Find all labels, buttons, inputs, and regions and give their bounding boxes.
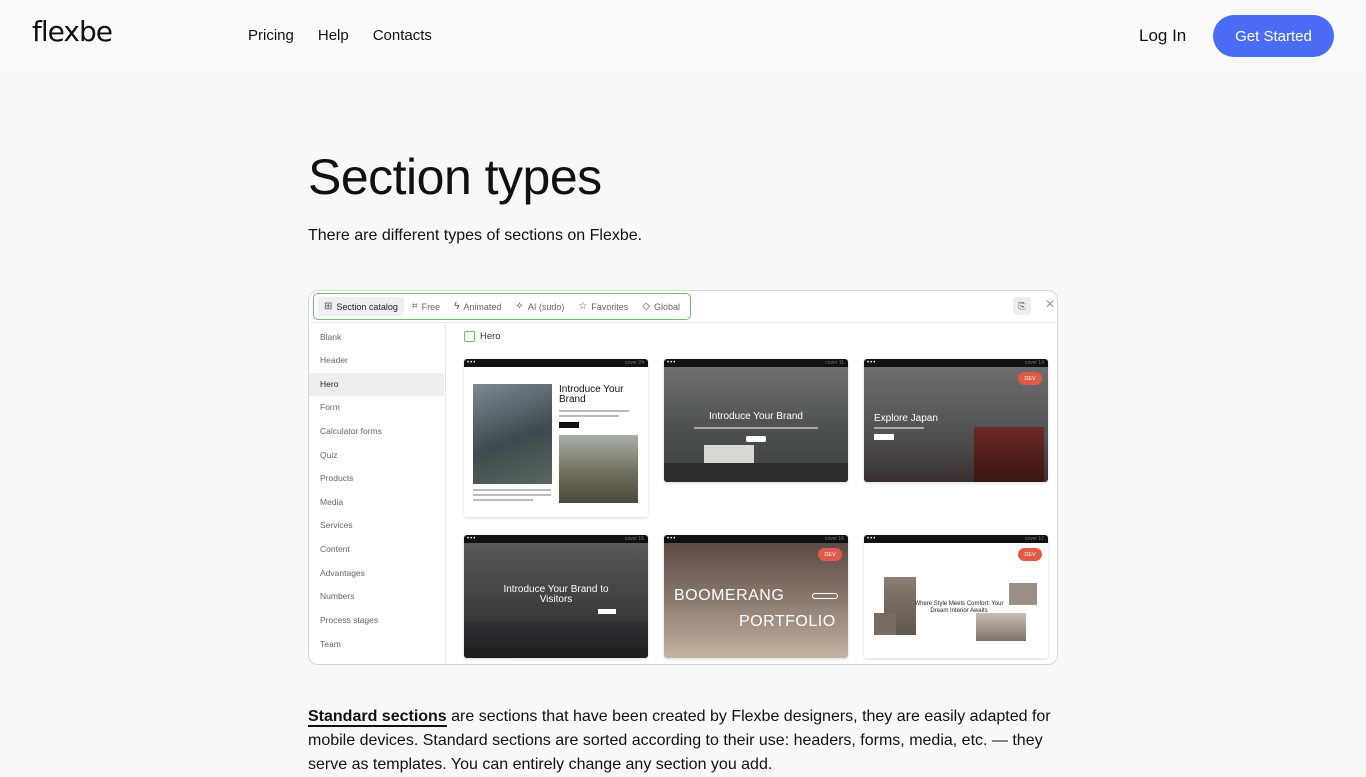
sidebar-item-quiz[interactable]: Quiz <box>309 444 444 467</box>
sidebar-item-content[interactable]: Content <box>309 538 444 561</box>
standard-sections-paragraph: Standard sections are sections that have… <box>308 708 1051 773</box>
tab-favorites[interactable]: ☆ Favorites <box>572 297 634 316</box>
dev-badge: DEV <box>1018 372 1042 385</box>
sidebar-item-products[interactable]: Products <box>309 467 444 490</box>
login-link[interactable]: Log In <box>1139 26 1186 46</box>
tab-free[interactable]: ⌗ Free <box>406 297 446 316</box>
clipboard-icon[interactable]: ⎘ <box>1013 297 1031 315</box>
dev-badge: DEV <box>1018 548 1042 561</box>
section-card-cover-11[interactable]: ••• cover 11 Introduce Your Brand <box>664 359 848 482</box>
sidebar-item-blank[interactable]: Blank <box>309 326 444 349</box>
sparkle-icon: ✧ <box>515 301 524 312</box>
star-icon: ☆ <box>578 301 588 312</box>
sidebar-item-form[interactable]: Form <box>309 396 444 419</box>
catalog-toolbar: ⊞ Section catalog ⌗ Free ϟ Animated ✧ AI (su… <box>309 291 1057 323</box>
grid-icon: ⊞ <box>324 301 333 312</box>
card-headline: Explore Japan <box>874 413 938 424</box>
dev-badge: DEV <box>818 548 842 561</box>
catalog-tabs: ⊞ Section catalog ⌗ Free ϟ Animated ✧ AI (su… <box>313 293 692 320</box>
diamond-icon: ◇ <box>642 301 651 312</box>
section-catalog-screenshot: ⊞ Section catalog ⌗ Free ϟ Animated ✧ AI (su… <box>308 290 1058 665</box>
sidebar-item-numbers[interactable]: Numbers <box>309 585 444 608</box>
section-card-cover-17[interactable]: ••• cover 17 DEV Where Style Meets Comfor… <box>864 535 1048 658</box>
card-headline: Introduce Your Brand <box>559 384 624 405</box>
cliff-photo <box>473 384 552 484</box>
sidebar-item-calculator-forms[interactable]: Calculator forms <box>309 420 444 443</box>
card-headline: Introduce Your Brand to Visitors <box>503 584 609 605</box>
page-lede: There are different types of sections on… <box>308 227 643 244</box>
sidebar-item-services[interactable]: Services <box>309 514 444 537</box>
section-card-cover-14[interactable]: ••• cover 14 DEV Explore Japan <box>864 359 1048 482</box>
sidebar-item-media[interactable]: Media <box>309 491 444 514</box>
tab-ai[interactable]: ✧ AI (sudo) <box>509 297 570 316</box>
card-headline-2: PORTFOLIO <box>739 613 836 630</box>
page-title: Section types <box>308 149 602 205</box>
sidebar-item-header[interactable]: Header <box>309 349 444 372</box>
flexbe-logo[interactable]: flexbe <box>32 15 113 48</box>
card-headline: Where Style Meets Comfort: Your Dream In… <box>914 601 1004 614</box>
frame-icon: ⌗ <box>411 301 418 312</box>
standard-sections-link[interactable]: Standard sections <box>308 708 447 727</box>
tab-animated[interactable]: ϟ Animated <box>448 297 507 316</box>
tab-section-catalog[interactable]: ⊞ Section catalog <box>318 297 404 316</box>
tab-global[interactable]: ◇ Global <box>636 297 686 316</box>
card-headline: Introduce Your Brand <box>709 411 803 422</box>
get-started-button[interactable]: Get Started <box>1213 15 1334 57</box>
section-card-cover-24[interactable]: ••• cover 24 Introduce Your Brand <box>464 359 648 517</box>
valley-photo <box>559 435 638 503</box>
sidebar-item-advantages[interactable]: Advantages <box>309 562 444 585</box>
catalog-sidebar: Blank Header Hero Form Calculator forms … <box>309 324 446 664</box>
section-card-cover-16[interactable]: ••• cover 16 DEV BOOMERANG PORTFOLIO <box>664 535 848 658</box>
sidebar-item-team[interactable]: Team <box>309 633 444 656</box>
hero-section-icon <box>464 331 475 342</box>
top-navbar: flexbe Pricing Help Contacts Log In Get … <box>0 0 1366 72</box>
catalog-main-title: Hero <box>464 331 501 342</box>
card-headline: BOOMERANG <box>674 587 785 604</box>
section-card-cover-15[interactable]: ••• cover 15 Introduce Your Brand to Visi… <box>464 535 648 658</box>
main-nav: Pricing Help Contacts <box>248 27 432 44</box>
nav-contacts[interactable]: Contacts <box>373 27 432 44</box>
church-photo <box>704 445 754 463</box>
nav-help[interactable]: Help <box>318 27 349 44</box>
sidebar-item-process-stages[interactable]: Process stages <box>309 609 444 632</box>
interior-photo-2 <box>1009 583 1037 605</box>
sidebar-item-hero[interactable]: Hero <box>309 373 444 396</box>
nav-pricing[interactable]: Pricing <box>248 27 294 44</box>
pagoda-photo <box>974 427 1044 482</box>
close-icon[interactable]: ✕ <box>1045 297 1055 311</box>
bolt-icon: ϟ <box>454 301 460 312</box>
coast-photo <box>464 621 648 658</box>
